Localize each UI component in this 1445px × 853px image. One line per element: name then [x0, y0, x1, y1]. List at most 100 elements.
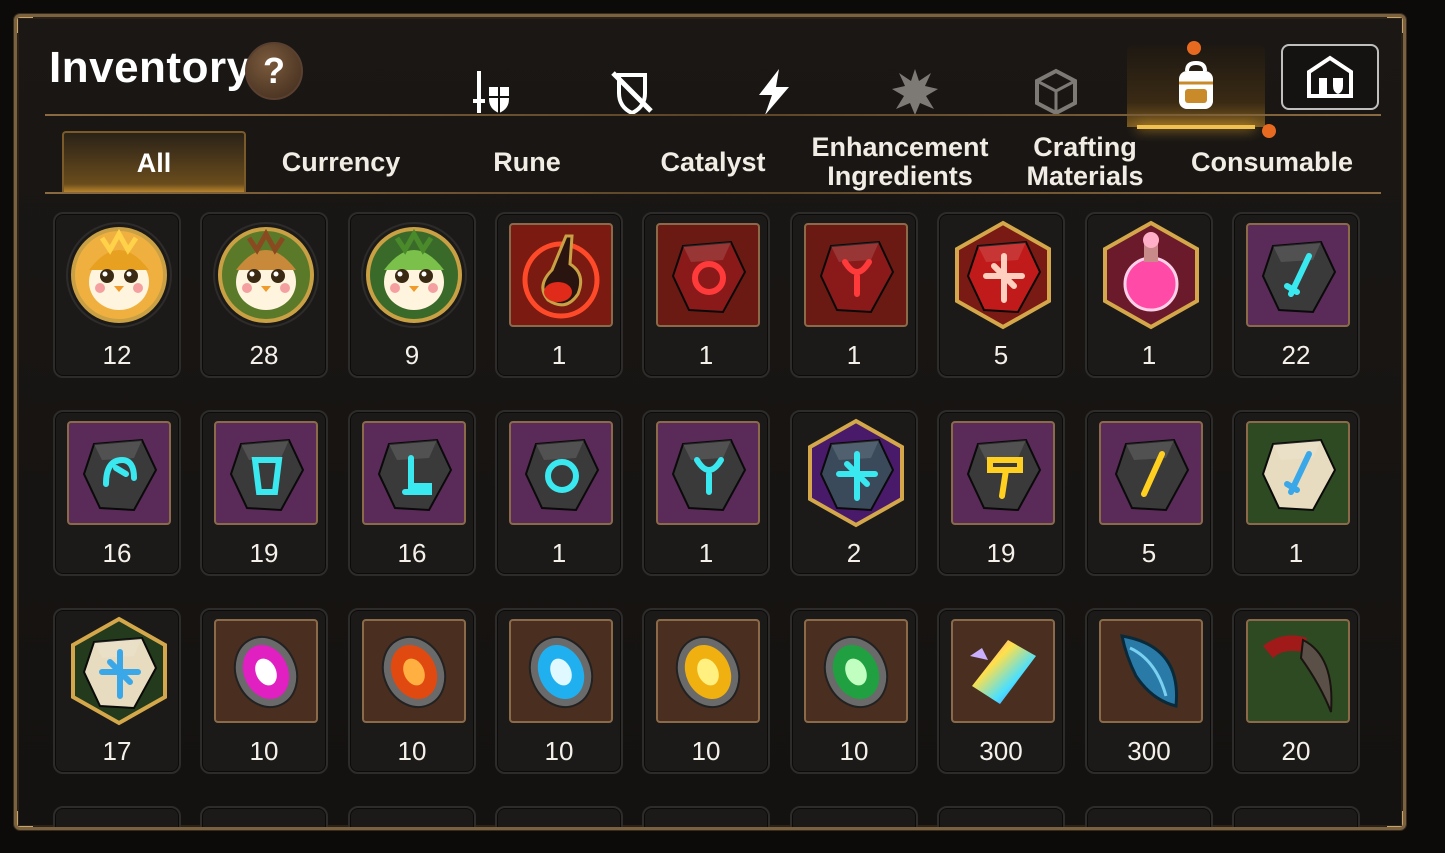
item-slot-penguin-gold[interactable]: 12 — [53, 212, 181, 378]
item-slot-purple-ring-gem[interactable]: 1 — [495, 410, 623, 576]
item-quantity: 1 — [698, 538, 714, 568]
item-slot-purple-pencil-gem[interactable]: 5 — [1085, 410, 1213, 576]
purple-necklace-gem-icon — [653, 418, 763, 528]
item-slot-partial[interactable] — [1232, 806, 1360, 827]
item-slot-purple-boot-gem[interactable]: 16 — [348, 410, 476, 576]
green-star-stone-hex-icon — [64, 616, 174, 726]
item-slot-partial[interactable] — [790, 806, 918, 827]
item-slot-green-sword-stone[interactable]: 1 — [1232, 410, 1360, 576]
item-slot-partial[interactable] — [348, 806, 476, 827]
item-slot-blue-scale-claw[interactable]: 300 — [1085, 608, 1213, 774]
penguin-brown-icon — [211, 220, 321, 330]
red-ring-gem-icon — [653, 220, 763, 330]
purple-ring-gem-icon — [506, 418, 616, 528]
subtab-divider — [45, 192, 1381, 194]
item-slot-partial[interactable] — [200, 806, 328, 827]
subtab-rune[interactable]: Rune — [437, 131, 617, 193]
subtab-catalyst[interactable]: Catalyst — [623, 131, 803, 193]
frame-corner — [1387, 811, 1403, 827]
purple-armor-gem-icon — [211, 418, 321, 528]
subtab-consumable[interactable]: Consumable — [1177, 124, 1367, 193]
tab-artifacts[interactable] — [996, 57, 1116, 127]
yellow-rune-coin-icon — [653, 616, 763, 726]
item-quantity: 300 — [1127, 736, 1171, 766]
subtab-all[interactable]: All — [62, 131, 246, 193]
item-slot-partial[interactable] — [495, 806, 623, 827]
item-slot-pink-rune-coin[interactable]: 10 — [200, 608, 328, 774]
item-slot-partial[interactable] — [642, 806, 770, 827]
item-slot-purple-armor-gem[interactable]: 19 — [200, 410, 328, 576]
item-slot-purple-necklace-gem[interactable]: 1 — [642, 410, 770, 576]
item-slot-blue-rune-coin[interactable]: 10 — [495, 608, 623, 774]
item-quantity: 1 — [1288, 538, 1304, 568]
item-slot-red-ring-gem[interactable]: 1 — [642, 212, 770, 378]
tab-skills[interactable] — [714, 57, 834, 127]
item-quantity: 19 — [249, 538, 279, 568]
green-rune-coin-icon — [801, 616, 911, 726]
item-slot-purple-sword-gem[interactable]: 22 — [1232, 212, 1360, 378]
red-potion-icon — [506, 220, 616, 330]
item-slot-partial[interactable] — [1085, 806, 1213, 827]
item-quantity: 9 — [404, 340, 420, 370]
subtab-label: Catalyst — [660, 146, 766, 177]
penguin-green-icon — [359, 220, 469, 330]
item-slot-purple-helmet-gem[interactable]: 16 — [53, 410, 181, 576]
item-quantity: 2 — [846, 538, 862, 568]
item-slot-orange-rune-coin[interactable]: 10 — [348, 608, 476, 774]
item-quantity: 17 — [102, 736, 132, 766]
notification-dot — [1262, 124, 1276, 138]
item-slot-green-star-stone-hex[interactable]: 17 — [53, 608, 181, 774]
item-quantity: 10 — [397, 736, 427, 766]
item-slot-yellow-rune-coin[interactable]: 10 — [642, 608, 770, 774]
subtab-label: Currency — [281, 146, 401, 177]
tab-unequipped[interactable] — [572, 57, 692, 127]
item-slot-purple-star-gem-hex[interactable]: 2 — [790, 410, 918, 576]
item-quantity: 1 — [846, 340, 862, 370]
item-slot-partial[interactable] — [937, 806, 1065, 827]
tab-equipment[interactable] — [432, 57, 552, 127]
item-slot-green-rune-coin[interactable]: 10 — [790, 608, 918, 774]
item-quantity: 28 — [249, 340, 279, 370]
item-slot-partial[interactable] — [53, 806, 181, 827]
backpack-icon — [1179, 60, 1213, 109]
item-quantity: 1 — [551, 340, 567, 370]
pink-rune-coin-icon — [211, 616, 321, 726]
item-slot-red-necklace-gem[interactable]: 1 — [790, 212, 918, 378]
item-slot-penguin-green[interactable]: 9 — [348, 212, 476, 378]
header-divider — [45, 114, 1381, 116]
subtab-label: Consumable — [1190, 146, 1354, 177]
no-gear-icon — [611, 71, 653, 116]
storage-house-icon — [1307, 55, 1353, 98]
purple-pencil-gem-icon — [1096, 418, 1206, 528]
item-slot-red-star-gem-hex[interactable]: 5 — [937, 212, 1065, 378]
item-slot-pink-potion-hex[interactable]: 1 — [1085, 212, 1213, 378]
help-button[interactable]: ? — [245, 42, 303, 100]
item-slot-red-claw-fang[interactable]: 20 — [1232, 608, 1360, 774]
item-slot-purple-hammer-gem[interactable]: 19 — [937, 410, 1065, 576]
item-quantity: 300 — [979, 736, 1023, 766]
subtab-currency[interactable]: Currency — [253, 131, 429, 193]
item-slot-penguin-brown[interactable]: 28 — [200, 212, 328, 378]
notification-dot — [1187, 41, 1201, 55]
item-quantity: 10 — [691, 736, 721, 766]
item-slot-red-potion[interactable]: 1 — [495, 212, 623, 378]
green-sword-stone-icon — [1243, 418, 1353, 528]
tab-crests[interactable] — [855, 57, 975, 127]
purple-boot-gem-icon — [359, 418, 469, 528]
purple-helmet-gem-icon — [64, 418, 174, 528]
blue-scale-claw-icon — [1096, 616, 1206, 726]
subtab-enhancement-ingredients[interactable]: Enhancement Ingredients — [807, 131, 993, 193]
orange-rune-coin-icon — [359, 616, 469, 726]
pink-potion-hex-icon — [1096, 220, 1206, 330]
inventory-window: Inventory ? All Currency Rune Catalyst E… — [14, 14, 1406, 830]
blue-rune-coin-icon — [506, 616, 616, 726]
subtab-crafting-materials[interactable]: Crafting Materials — [997, 131, 1173, 193]
item-quantity: 22 — [1281, 340, 1311, 370]
spiky-crest-icon — [892, 69, 938, 115]
rainbow-crystal-icon — [948, 616, 1058, 726]
tab-storage[interactable] — [1281, 44, 1379, 110]
sword-shield-icon — [473, 71, 509, 113]
item-quantity: 5 — [993, 340, 1009, 370]
purple-hammer-gem-icon — [948, 418, 1058, 528]
item-slot-rainbow-crystal[interactable]: 300 — [937, 608, 1065, 774]
